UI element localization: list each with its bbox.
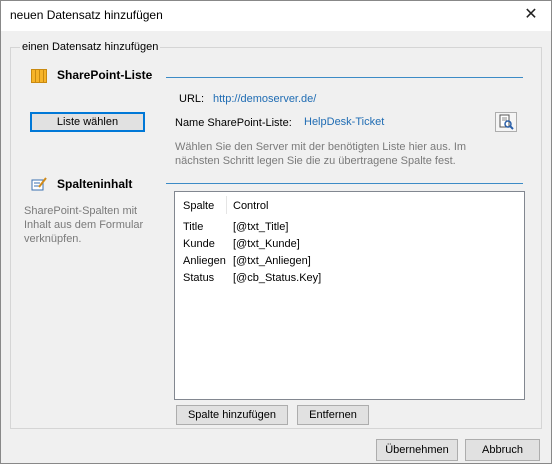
url-value: http://demoserver.de/ [213, 93, 317, 105]
columns-desc-line2: Inhalt aus dem Formular [24, 219, 144, 231]
url-label: URL: [179, 93, 205, 105]
sharepoint-hint: Wählen Sie den Server mit der benötigten… [175, 140, 466, 168]
row-spalte: Title [183, 221, 204, 233]
columns-listview[interactable]: Spalte Control Title [@txt_Title] Kunde … [174, 191, 525, 400]
row-spalte: Kunde [183, 238, 215, 250]
list-grid-icon [31, 69, 47, 83]
title-bar: neuen Datensatz hinzufügen ✕ [1, 1, 551, 31]
column-header-control[interactable]: Control [233, 200, 268, 212]
columns-desc-line1: SharePoint-Spalten mit [24, 205, 138, 217]
header-separator [226, 196, 227, 214]
sharepoint-heading: SharePoint-Liste [57, 68, 153, 82]
window-title: neuen Datensatz hinzufügen [10, 8, 163, 22]
columns-divider [166, 183, 523, 184]
row-spalte: Status [183, 272, 215, 284]
dialog-window: neuen Datensatz hinzufügen ✕ einen Daten… [0, 0, 552, 464]
browse-icon [499, 114, 514, 130]
row-control: [@txt_Anliegen] [233, 255, 311, 267]
columns-desc-line3: verknüpfen. [24, 233, 82, 245]
row-control: [@cb_Status.Key] [233, 272, 322, 284]
group-box-title: einen Datensatz hinzufügen [20, 41, 161, 53]
row-control: [@txt_Kunde] [233, 238, 300, 250]
cancel-button[interactable]: Abbruch [465, 439, 540, 461]
remove-column-button[interactable]: Entfernen [297, 405, 369, 425]
close-icon[interactable]: ✕ [521, 6, 541, 24]
row-control: [@txt_Title] [233, 221, 289, 233]
browse-button[interactable] [495, 112, 517, 132]
sharepoint-hint-line1: Wählen Sie den Server mit der benötigten… [175, 141, 467, 153]
choose-list-button[interactable]: Liste wählen [30, 112, 145, 132]
row-spalte: Anliegen [183, 255, 226, 267]
table-row[interactable]: Kunde [@txt_Kunde] [175, 237, 522, 253]
table-row[interactable]: Anliegen [@txt_Anliegen] [175, 254, 522, 270]
ok-button[interactable]: Übernehmen [376, 439, 458, 461]
table-row[interactable]: Status [@cb_Status.Key] [175, 271, 522, 287]
sharepoint-divider [166, 77, 523, 78]
add-column-button[interactable]: Spalte hinzufügen [176, 405, 288, 425]
columns-description: SharePoint-Spalten mit Inhalt aus dem Fo… [24, 204, 143, 246]
list-name-label: Name SharePoint-Liste: [175, 117, 292, 129]
list-name-value: HelpDesk-Ticket [304, 116, 385, 128]
table-row[interactable]: Title [@txt_Title] [175, 220, 522, 236]
column-header-spalte[interactable]: Spalte [183, 200, 214, 212]
edit-icon [31, 177, 47, 191]
columns-heading: Spalteninhalt [57, 177, 133, 191]
sharepoint-hint-line2: nächsten Schritt legen Sie die zu übertr… [175, 155, 456, 167]
